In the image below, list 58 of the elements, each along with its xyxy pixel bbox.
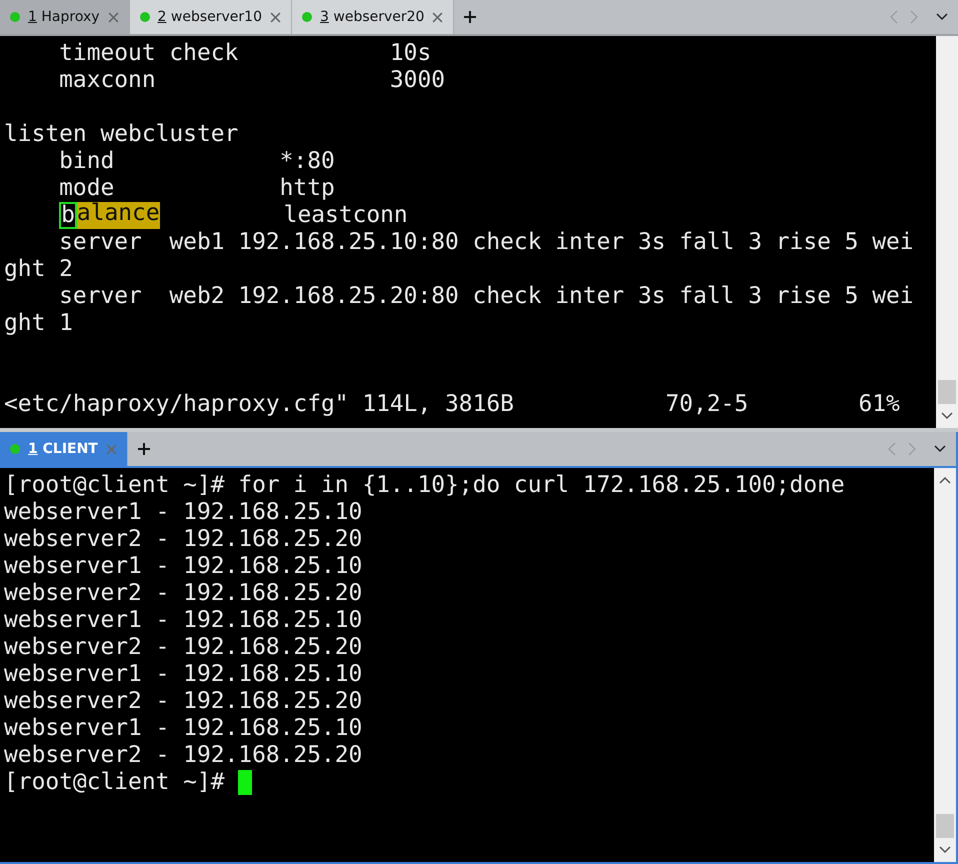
- cursor-position: 70,2-5: [666, 391, 750, 418]
- terminal-line: webserver1 - 192.168.25.10: [4, 607, 362, 634]
- terminal-line: listen webcluster: [4, 121, 238, 148]
- session-tab[interactable]: 1 CLIENT: [0, 432, 128, 466]
- session-tab[interactable]: 2 webserver10: [130, 0, 292, 34]
- terminal-line: webserver1 - 192.168.25.10: [4, 715, 362, 742]
- terminal-line: webserver2 - 192.168.25.20: [4, 742, 362, 769]
- scroll-up-icon[interactable]: [939, 476, 951, 484]
- scroll-percent: 61%: [858, 391, 900, 418]
- scrollbar[interactable]: [934, 468, 956, 862]
- terminal-line: server web1 192.168.25.10:80 check inter 3s fall 3 rise 5 wei: [58, 229, 914, 256]
- tab-label: 1 CLIENT: [28, 441, 98, 457]
- close-icon[interactable]: [432, 12, 444, 22]
- terminal-text: [root@client ~]#: [4, 769, 226, 796]
- scroll-down-icon[interactable]: [941, 412, 953, 420]
- terminal-text: leastconn: [282, 202, 408, 229]
- plus-icon[interactable]: [464, 11, 476, 23]
- terminal-line: [root@client ~]# for i in {1..10};do curl 172.168.25.100;done: [4, 472, 845, 499]
- terminal-line: webserver1 - 192.168.25.10: [4, 553, 362, 580]
- status-dot-icon: [10, 12, 20, 22]
- terminal-line: webserver1 - 192.168.25.10: [4, 661, 362, 688]
- terminal-line: maxconn 3000: [58, 67, 446, 94]
- chevron-down-icon[interactable]: [936, 13, 948, 21]
- search-highlight: alance: [76, 202, 160, 229]
- status-dot-icon: [10, 444, 20, 454]
- session-tab[interactable]: 1 Haproxy: [0, 0, 130, 34]
- terminal-line: bind *:80: [58, 148, 335, 175]
- close-icon[interactable]: [108, 12, 119, 22]
- terminal-line: mode http: [58, 175, 335, 202]
- tab-label: 3 webserver20: [320, 9, 424, 25]
- chevron-left-icon[interactable]: [889, 10, 899, 24]
- terminal-line: webserver2 - 192.168.25.20: [4, 526, 362, 553]
- chevron-right-icon[interactable]: [909, 10, 919, 24]
- text-cursor: [238, 770, 252, 795]
- chevron-left-icon[interactable]: [887, 442, 897, 456]
- terminal-line: ght 2: [4, 256, 73, 283]
- terminal-line: webserver2 - 192.168.25.20: [4, 580, 362, 607]
- terminal-line: webserver1 - 192.168.25.10: [4, 499, 362, 526]
- chevron-right-icon[interactable]: [907, 442, 917, 456]
- terminal-line: ght 1: [4, 310, 73, 337]
- terminal-line: server web2 192.168.25.20:80 check inter 3s fall 3 rise 5 wei: [58, 283, 914, 310]
- scroll-thumb[interactable]: [936, 814, 954, 838]
- chevron-down-icon[interactable]: [934, 445, 946, 453]
- scroll-down-icon[interactable]: [939, 846, 951, 854]
- terminal-line: webserver2 - 192.168.25.20: [4, 634, 362, 661]
- file-info: <etc/haproxy/haproxy.cfg" 114L, 3816B: [4, 391, 515, 418]
- tab-label: 2 webserver10: [158, 9, 262, 25]
- cursor-character: b: [59, 202, 77, 229]
- scroll-thumb[interactable]: [938, 380, 956, 404]
- status-dot-icon: [302, 12, 312, 22]
- status-dot-icon: [140, 12, 150, 22]
- terminal-line: timeout check 10s: [58, 40, 432, 67]
- session-tab[interactable]: 3 webserver20: [292, 0, 454, 34]
- tab-label: 1 Haproxy: [28, 9, 100, 25]
- terminal-line: webserver2 - 192.168.25.20: [4, 688, 362, 715]
- scrollbar[interactable]: [936, 36, 958, 428]
- plus-icon[interactable]: [138, 443, 150, 455]
- close-icon[interactable]: [270, 12, 281, 22]
